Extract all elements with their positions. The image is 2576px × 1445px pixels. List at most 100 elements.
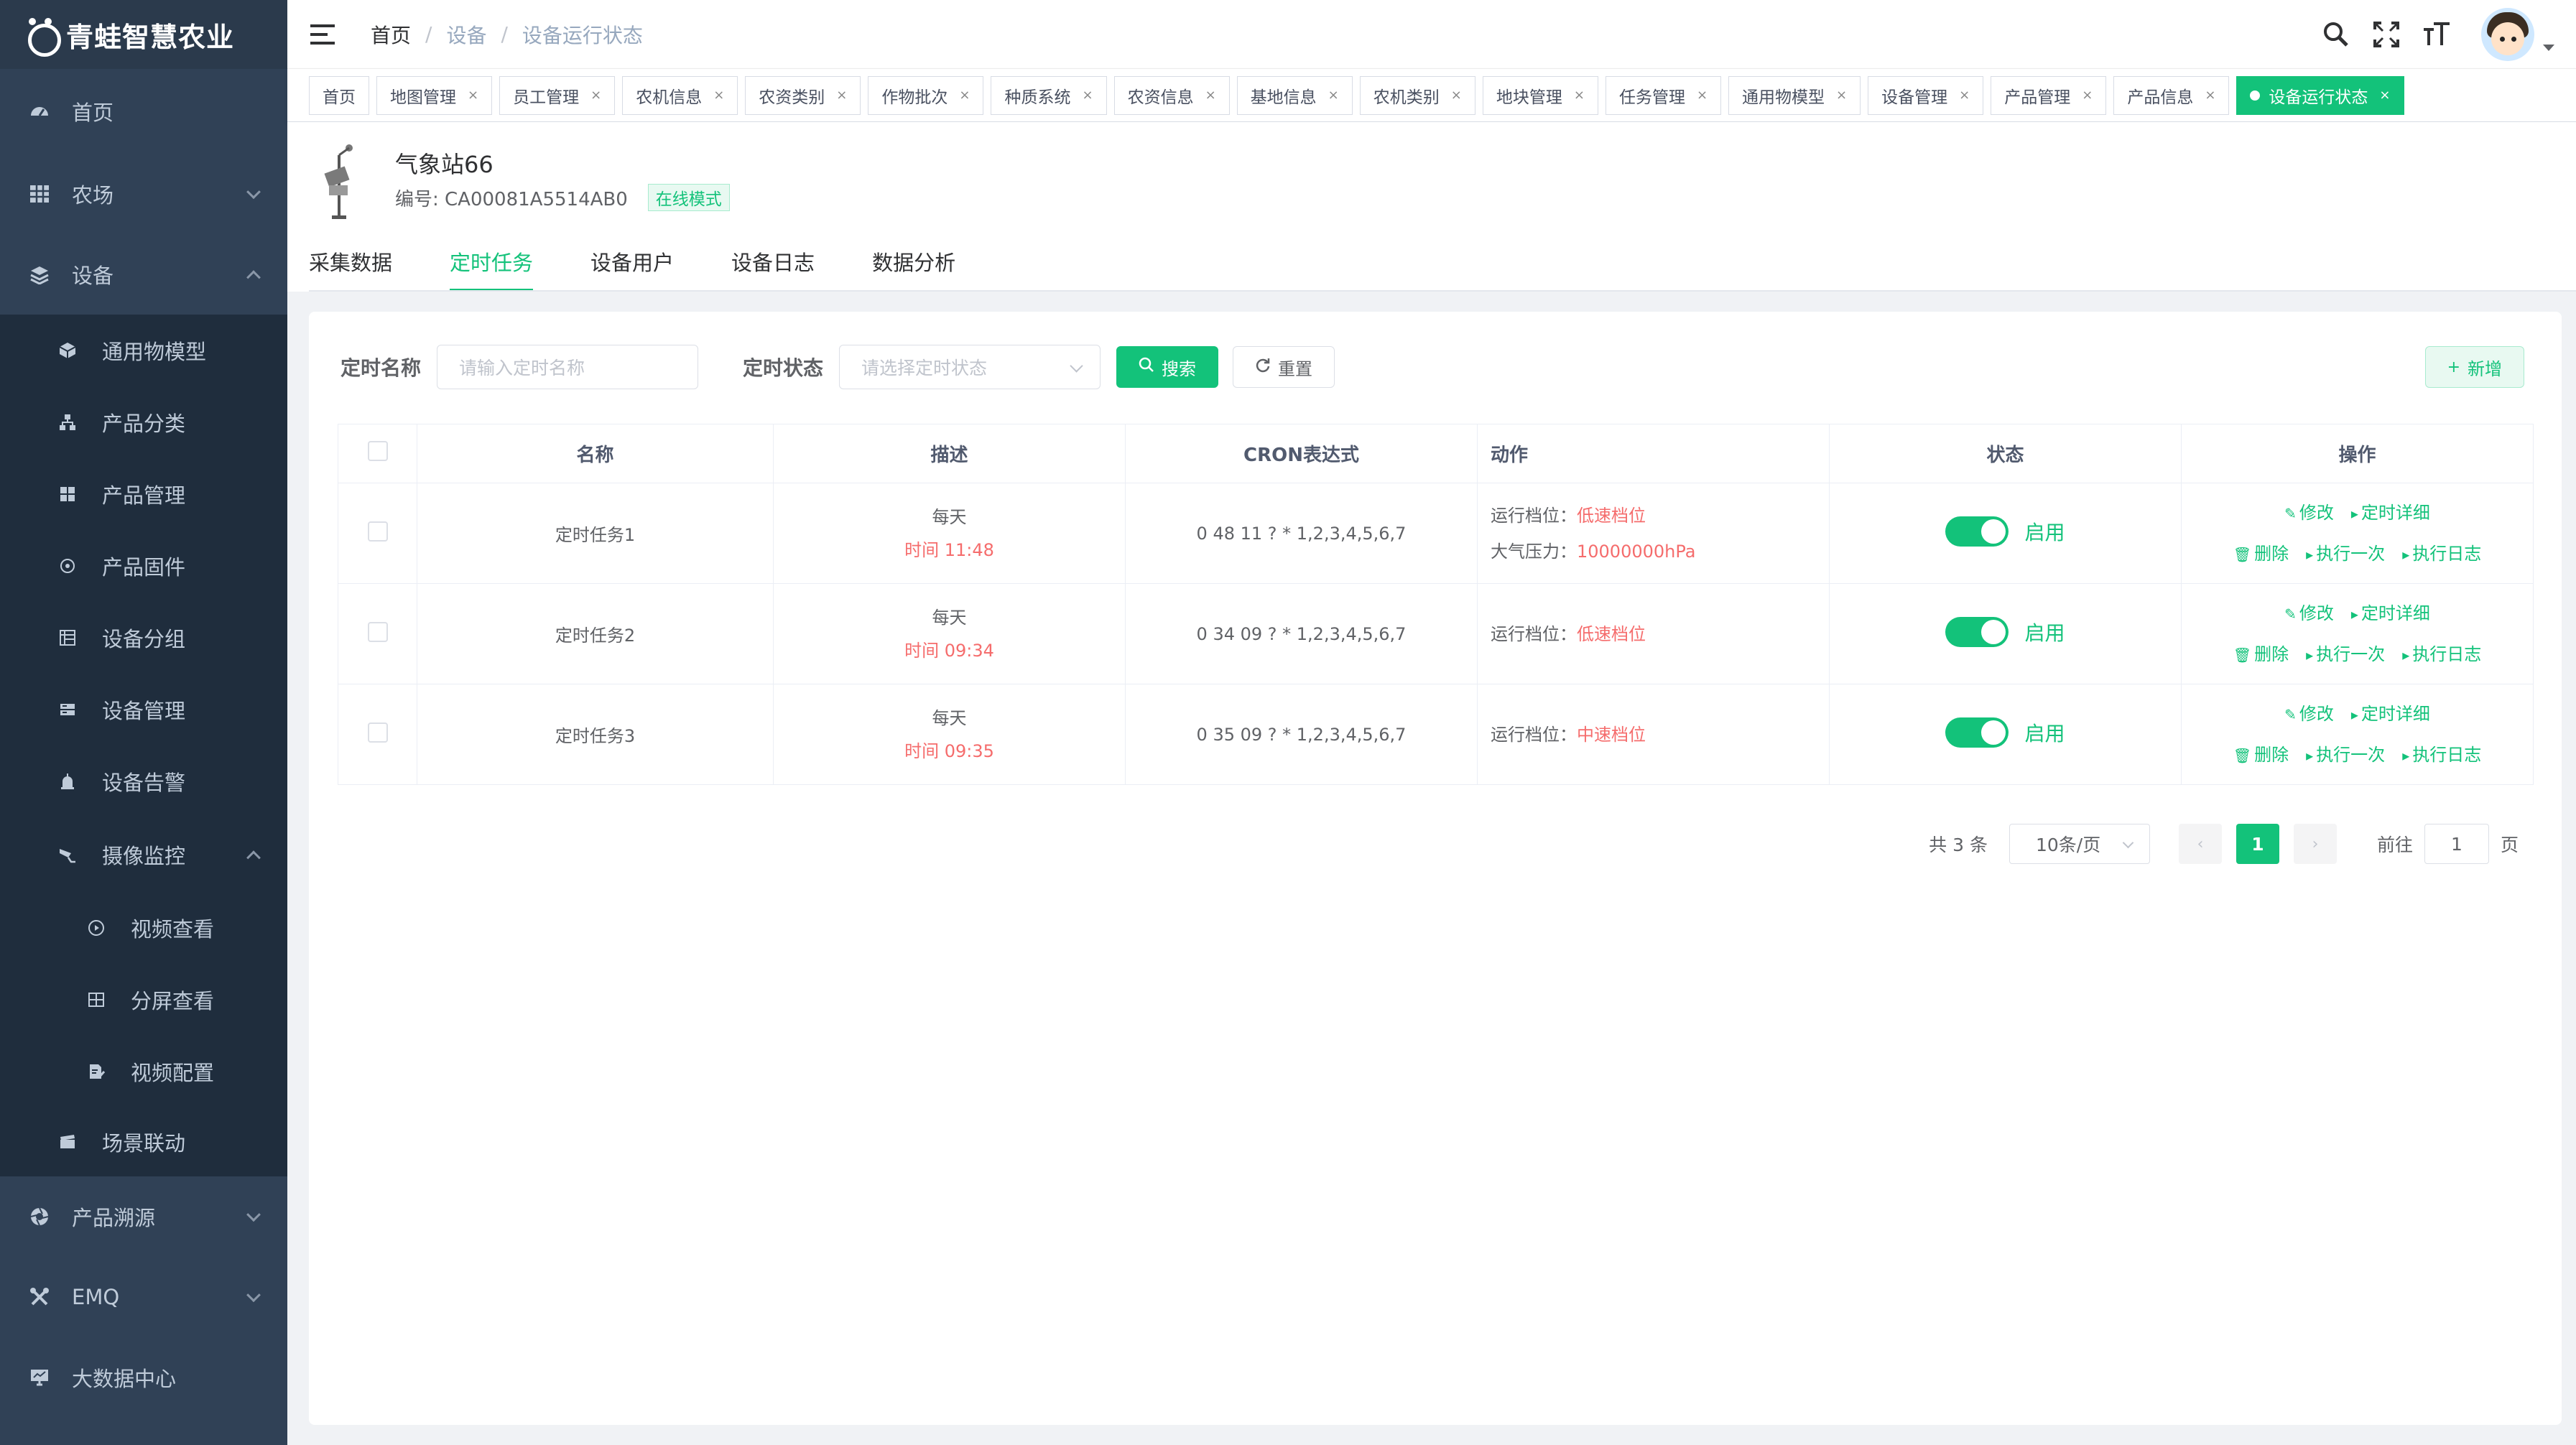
- tag-item[interactable]: 地块管理 ×: [1482, 75, 1598, 115]
- sidebar-item-device-group[interactable]: 设备分组: [0, 602, 287, 674]
- tag-item[interactable]: 农机类别 ×: [1359, 75, 1475, 115]
- tag-item[interactable]: 设备管理 ×: [1868, 75, 1984, 115]
- sidebar-item-farm[interactable]: 农场: [0, 154, 287, 234]
- close-icon[interactable]: ×: [2379, 88, 2390, 103]
- reset-button[interactable]: 重置: [1233, 346, 1335, 388]
- user-avatar[interactable]: [2481, 8, 2534, 61]
- delete-link[interactable]: 🗑 删除: [2233, 634, 2289, 675]
- next-page-button[interactable]: ›: [2293, 824, 2337, 864]
- sidebar-item-generic-model[interactable]: 通用物模型: [0, 315, 287, 386]
- tag-item[interactable]: 种质系统 ×: [991, 75, 1107, 115]
- edit-link[interactable]: ✎ 修改: [2284, 493, 2334, 534]
- sidebar-item-emq[interactable]: EMQ: [0, 1257, 287, 1337]
- tag-item[interactable]: 产品信息 ×: [2113, 75, 2230, 115]
- sidebar-item-device-manage[interactable]: 设备管理: [0, 674, 287, 745]
- close-icon[interactable]: ×: [1574, 88, 1585, 103]
- row-checkbox[interactable]: [367, 521, 388, 542]
- task-name-input[interactable]: 请输入定时名称: [437, 345, 699, 389]
- run-once-link[interactable]: ▸ 执行一次: [2306, 634, 2385, 675]
- search-icon[interactable]: [2320, 19, 2352, 50]
- sidebar-item-scene-linkage[interactable]: 场景联动: [0, 1107, 287, 1176]
- sidebar-item-product-manage[interactable]: 产品管理: [0, 458, 287, 530]
- caret-down-icon[interactable]: [2543, 44, 2554, 51]
- run-once-link[interactable]: ▸ 执行一次: [2306, 735, 2385, 776]
- tab-scheduled-task[interactable]: 定时任务: [450, 241, 534, 292]
- tab-collect-data[interactable]: 采集数据: [309, 241, 392, 292]
- status-toggle[interactable]: [1945, 717, 2009, 748]
- breadcrumb-current: 设备运行状态: [522, 23, 643, 47]
- tag-item[interactable]: 基地信息 ×: [1236, 75, 1353, 115]
- run-once-link[interactable]: ▸ 执行一次: [2306, 534, 2385, 575]
- close-icon[interactable]: ×: [713, 88, 724, 103]
- sidebar-item-bigdata[interactable]: 大数据中心: [0, 1337, 287, 1418]
- goto-page-input[interactable]: 1: [2424, 824, 2489, 864]
- tag-item[interactable]: 通用物模型 ×: [1728, 75, 1861, 115]
- run-log-link[interactable]: ▸ 执行日志: [2402, 634, 2481, 675]
- close-icon[interactable]: ×: [836, 88, 847, 103]
- sidebar-item-home[interactable]: 首页: [0, 69, 287, 154]
- sidebar-item-device-alarm[interactable]: 设备告警: [0, 745, 287, 817]
- font-size-icon[interactable]: [2421, 19, 2452, 50]
- close-icon[interactable]: ×: [1836, 88, 1847, 103]
- detail-link[interactable]: ▸ 定时详细: [2351, 493, 2430, 534]
- app-logo[interactable]: 青蛙智慧农业: [0, 0, 287, 69]
- sidebar-item-device[interactable]: 设备: [0, 234, 287, 315]
- close-icon[interactable]: ×: [468, 88, 478, 103]
- page-size-select[interactable]: 10条/页: [2009, 824, 2150, 864]
- sidebar-item-label: 大数据中心: [72, 1367, 177, 1391]
- sidebar-item-product-trace[interactable]: 产品溯源: [0, 1176, 287, 1257]
- tag-item[interactable]: 任务管理 ×: [1605, 75, 1722, 115]
- sidebar-item-video-config[interactable]: 视频配置: [0, 1036, 287, 1107]
- close-icon[interactable]: ×: [2205, 88, 2215, 103]
- tab-device-users[interactable]: 设备用户: [590, 241, 674, 292]
- detail-link[interactable]: ▸ 定时详细: [2351, 593, 2430, 634]
- sidebar-item-product-category[interactable]: 产品分类: [0, 386, 287, 458]
- sidebar-item-video-view[interactable]: 视频查看: [0, 892, 287, 964]
- row-checkbox[interactable]: [367, 621, 388, 642]
- row-checkbox[interactable]: [367, 722, 388, 743]
- status-toggle[interactable]: [1945, 616, 2009, 647]
- tag-item-active[interactable]: 设备运行状态 ×: [2236, 75, 2404, 115]
- chevron-up-icon: [246, 270, 261, 285]
- run-log-link[interactable]: ▸ 执行日志: [2402, 534, 2481, 575]
- tag-item[interactable]: 农机信息 ×: [622, 75, 738, 115]
- tag-item[interactable]: 首页: [309, 75, 369, 115]
- close-icon[interactable]: ×: [1697, 88, 1708, 103]
- edit-link[interactable]: ✎ 修改: [2284, 593, 2334, 634]
- delete-link[interactable]: 🗑 删除: [2233, 534, 2289, 575]
- edit-link[interactable]: ✎ 修改: [2284, 694, 2334, 735]
- search-button[interactable]: 搜索: [1116, 346, 1219, 388]
- add-button[interactable]: + 新增: [2424, 346, 2524, 388]
- breadcrumb-home[interactable]: 首页: [371, 20, 411, 49]
- close-icon[interactable]: ×: [1959, 88, 1970, 103]
- sidebar-item-split-view[interactable]: 分屏查看: [0, 964, 287, 1036]
- tag-item[interactable]: 地图管理 ×: [376, 75, 493, 115]
- tag-item[interactable]: 作物批次 ×: [868, 75, 984, 115]
- sidebar-item-camera[interactable]: 摄像监控: [0, 817, 287, 892]
- select-all-checkbox[interactable]: [367, 441, 388, 461]
- page-number-current[interactable]: 1: [2236, 824, 2279, 864]
- close-icon[interactable]: ×: [1451, 88, 1462, 103]
- tag-item[interactable]: 产品管理 ×: [1991, 75, 2107, 115]
- tab-device-log[interactable]: 设备日志: [731, 241, 815, 292]
- fullscreen-icon[interactable]: [2371, 19, 2402, 50]
- close-icon[interactable]: ×: [590, 88, 601, 103]
- tag-item[interactable]: 农资信息 ×: [1113, 75, 1230, 115]
- close-icon[interactable]: ×: [1328, 88, 1339, 103]
- tab-data-analysis[interactable]: 数据分析: [872, 241, 955, 292]
- delete-link[interactable]: 🗑 删除: [2233, 735, 2289, 776]
- close-icon[interactable]: ×: [959, 88, 970, 103]
- table-row: 定时任务1 每天 时间 11:48 0 48 11 ? * 1,2,3,4,5,…: [338, 483, 2534, 584]
- close-icon[interactable]: ×: [1205, 88, 1216, 103]
- menu-toggle-icon[interactable]: [310, 24, 335, 45]
- close-icon[interactable]: ×: [2082, 88, 2093, 103]
- run-log-link[interactable]: ▸ 执行日志: [2402, 735, 2481, 776]
- sidebar-item-product-firmware[interactable]: 产品固件: [0, 530, 287, 602]
- close-icon[interactable]: ×: [1082, 88, 1093, 103]
- prev-page-button[interactable]: ‹: [2178, 824, 2222, 864]
- tag-item[interactable]: 员工管理 ×: [499, 75, 616, 115]
- status-toggle[interactable]: [1945, 516, 2009, 547]
- detail-link[interactable]: ▸ 定时详细: [2351, 694, 2430, 735]
- task-status-select[interactable]: 请选择定时状态: [839, 345, 1101, 389]
- tag-item[interactable]: 农资类别 ×: [745, 75, 861, 115]
